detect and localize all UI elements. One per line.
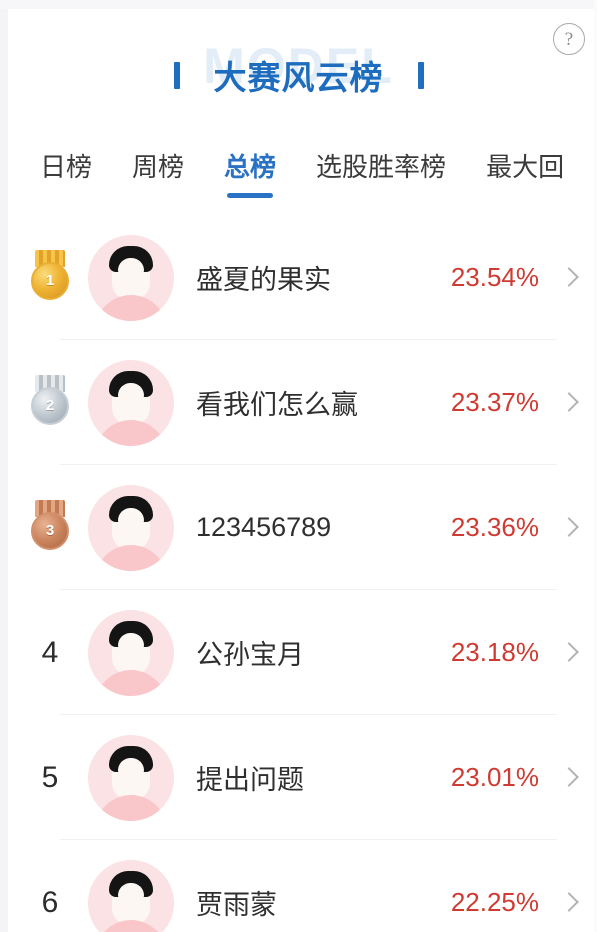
tab-4[interactable]: 最大回 — [486, 150, 564, 184]
avatar-hair-icon — [109, 495, 153, 524]
user-name: 贾雨蒙 — [196, 890, 277, 920]
avatar-hair-icon — [109, 245, 153, 274]
chevron-right-icon[interactable] — [561, 889, 577, 917]
user-name: 123456789 — [196, 512, 332, 542]
chevron-right-icon[interactable] — [561, 764, 577, 792]
header: ? MODEL 大赛风云榜 — [0, 9, 597, 129]
rank-cell: 2 — [22, 374, 78, 431]
chevron-right-icon[interactable] — [561, 514, 577, 542]
avatar-hair-icon — [109, 620, 153, 649]
leaderboard-row[interactable]: 2 看我们怎么赢 23.37% — [0, 340, 597, 465]
leaderboard-list: 1 盛夏的果实 23.54% 2 看我们怎么赢 23.37% 3 123456789 23.36… — [0, 215, 597, 932]
avatar[interactable] — [88, 609, 174, 696]
user-name: 看我们怎么赢 — [196, 390, 358, 420]
title-block: MODEL 大赛风云榜 — [0, 37, 597, 103]
leaderboard-row[interactable]: 5 提出问题 23.01% — [0, 715, 597, 840]
tab-1[interactable]: 周榜 — [132, 150, 184, 184]
tab-label: 周榜 — [132, 152, 185, 182]
return-percent: 23.37% — [450, 387, 539, 417]
tab-label: 最大回 — [486, 152, 565, 182]
chevron-right-icon[interactable] — [561, 389, 577, 417]
medal-rank-number: 2 — [31, 386, 69, 425]
leaderboard-screen: ? MODEL 大赛风云榜 日榜 周榜 总榜 选股胜率榜 最大回 1 盛夏的果实 23.54… — [0, 0, 597, 932]
leaderboard-row[interactable]: 3 123456789 23.36% — [0, 465, 597, 590]
tab-label: 选股胜率榜 — [316, 152, 447, 182]
user-name: 提出问题 — [196, 765, 304, 795]
title-row: 大赛风云榜 — [0, 51, 597, 99]
rank-cell: 5 — [22, 761, 78, 795]
rank-cell: 6 — [22, 886, 78, 920]
rank-cell: 4 — [22, 636, 78, 670]
tab-3[interactable]: 选股胜率榜 — [316, 150, 446, 184]
avatar-body-icon — [95, 294, 167, 321]
return-percent: 23.18% — [450, 637, 539, 667]
top-edge-strip — [0, 0, 597, 9]
tab-0[interactable]: 日榜 — [40, 150, 92, 184]
avatar[interactable] — [88, 359, 174, 446]
return-percent: 23.01% — [450, 762, 539, 792]
tab-label: 日榜 — [40, 152, 93, 182]
avatar[interactable] — [88, 859, 174, 932]
return-percent: 23.36% — [450, 512, 539, 542]
title-right-bar-icon — [417, 61, 424, 89]
avatar-hair-icon — [109, 870, 153, 899]
gold-medal-icon: 1 — [28, 249, 72, 306]
title-left-bar-icon — [173, 61, 180, 89]
silver-medal-icon: 2 — [28, 374, 72, 431]
avatar[interactable] — [88, 234, 174, 321]
leaderboard-row[interactable]: 6 贾雨蒙 22.25% — [0, 840, 597, 932]
page-title: 大赛风云榜 — [213, 59, 384, 96]
leaderboard-row[interactable]: 1 盛夏的果实 23.54% — [0, 215, 597, 340]
avatar-body-icon — [95, 419, 167, 446]
avatar-hair-icon — [109, 745, 153, 774]
avatar-body-icon — [95, 794, 167, 821]
user-name: 盛夏的果实 — [196, 265, 331, 295]
medal-rank-number: 1 — [31, 261, 69, 300]
rank-number: 5 — [41, 760, 59, 794]
return-percent: 23.54% — [450, 262, 539, 292]
leaderboard-row[interactable]: 4 公孙宝月 23.18% — [0, 590, 597, 715]
avatar[interactable] — [88, 484, 174, 571]
rank-number: 4 — [41, 635, 59, 669]
avatar[interactable] — [88, 734, 174, 821]
tab-bar[interactable]: 日榜 周榜 总榜 选股胜率榜 最大回 — [8, 150, 597, 216]
avatar-body-icon — [95, 919, 167, 932]
avatar-body-icon — [95, 544, 167, 571]
avatar-body-icon — [95, 669, 167, 696]
user-name: 公孙宝月 — [196, 640, 304, 670]
chevron-right-icon[interactable] — [561, 264, 577, 292]
rank-cell: 3 — [22, 499, 78, 556]
avatar-hair-icon — [109, 370, 153, 399]
return-percent: 22.25% — [450, 887, 539, 917]
rank-cell: 1 — [22, 249, 78, 306]
medal-rank-number: 3 — [31, 511, 69, 550]
rank-number: 6 — [41, 885, 59, 919]
tab-active-underline — [227, 193, 274, 198]
bronze-medal-icon: 3 — [28, 499, 72, 556]
chevron-right-icon[interactable] — [561, 639, 577, 667]
tab-label: 总榜 — [224, 152, 277, 182]
tab-2[interactable]: 总榜 — [224, 150, 277, 198]
